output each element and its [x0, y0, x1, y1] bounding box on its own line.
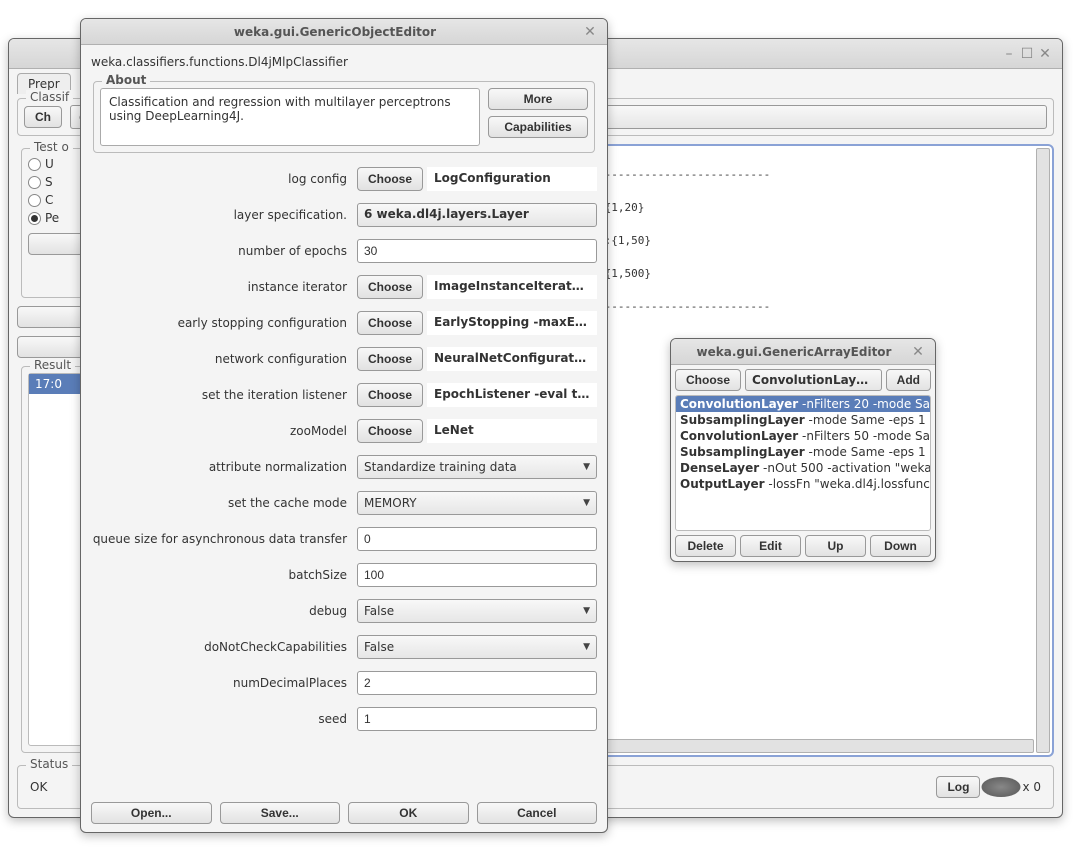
prop-label-iterator: instance iterator	[91, 280, 351, 294]
classifier-class-line[interactable]: weka.classifiers.functions.Dl4jMlpClassi…	[89, 51, 599, 73]
obj-editor-titlebar: weka.gui.GenericObjectEditor ✕	[81, 19, 607, 45]
generic-object-editor-dialog: weka.gui.GenericObjectEditor ✕ weka.clas…	[80, 18, 608, 833]
arr-choose-button[interactable]: Choose	[675, 369, 741, 391]
attrnorm-select[interactable]: Standardize training data▼	[357, 455, 597, 479]
prop-label-zoo: zooModel	[91, 424, 351, 438]
arr-list-item[interactable]: ConvolutionLayer -nFilters 50 -mode Sa	[676, 428, 930, 444]
earlystop-value[interactable]: EarlyStopping -maxEpochs	[427, 311, 597, 335]
properties-grid: log configChooseLogConfiguration layer s…	[89, 161, 599, 792]
ok-button[interactable]: OK	[348, 802, 469, 824]
chevron-down-icon: ▼	[583, 498, 590, 508]
prop-label-earlystop: early stopping configuration	[91, 316, 351, 330]
log-button[interactable]: Log	[936, 776, 980, 798]
choose-netconf-button[interactable]: Choose	[357, 347, 423, 371]
nocheck-select[interactable]: False▼	[357, 635, 597, 659]
capabilities-button[interactable]: Capabilities	[488, 116, 588, 138]
close-icon[interactable]: ✕	[909, 343, 927, 361]
epochs-input[interactable]	[357, 239, 597, 263]
arr-editor-titlebar: weka.gui.GenericArrayEditor ✕	[671, 339, 935, 365]
prop-label-seed: seed	[91, 712, 351, 726]
prop-label-attrnorm: attribute normalization	[91, 460, 351, 474]
prop-label-netconf: network configuration	[91, 352, 351, 366]
ndp-input[interactable]	[357, 671, 597, 695]
classifier-legend: Classif	[26, 90, 73, 104]
more-button[interactable]: More	[488, 88, 588, 110]
maximize-icon[interactable]: ☐	[1018, 45, 1036, 63]
arr-list-item[interactable]: SubsamplingLayer -mode Same -eps 1	[676, 444, 930, 460]
choose-zoo-button[interactable]: Choose	[357, 419, 423, 443]
prop-label-batch: batchSize	[91, 568, 351, 582]
netconf-value[interactable]: NeuralNetConfiguration -	[427, 347, 597, 371]
result-list-legend: Result	[30, 358, 75, 372]
chevron-down-icon: ▼	[583, 606, 590, 616]
chevron-down-icon: ▼	[583, 642, 590, 652]
arr-list-item[interactable]: ConvolutionLayer -nFilters 20 -mode Sa	[676, 396, 930, 412]
logconfig-value[interactable]: LogConfiguration	[427, 167, 597, 191]
choose-iterator-button[interactable]: Choose	[357, 275, 423, 299]
chevron-down-icon: ▼	[583, 462, 590, 472]
prop-label-layerspec: layer specification.	[91, 208, 351, 222]
batch-input[interactable]	[357, 563, 597, 587]
vertical-scrollbar[interactable]	[1036, 148, 1050, 753]
arr-list-item[interactable]: DenseLayer -nOut 500 -activation "weka	[676, 460, 930, 476]
test-options-legend: Test o	[30, 140, 73, 154]
prop-label-cache: set the cache mode	[91, 496, 351, 510]
prop-label-epochs: number of epochs	[91, 244, 351, 258]
close-icon[interactable]: ✕	[1036, 45, 1054, 63]
choose-classifier-button[interactable]: Ch	[24, 106, 62, 128]
arr-add-button[interactable]: Add	[886, 369, 931, 391]
prop-label-listener: set the iteration listener	[91, 388, 351, 402]
iterator-value[interactable]: ImageInstanceIterator -he	[427, 275, 597, 299]
open-button[interactable]: Open...	[91, 802, 212, 824]
queue-input[interactable]	[357, 527, 597, 551]
arr-editor-title: weka.gui.GenericArrayEditor	[679, 345, 909, 359]
prop-label-nocheck: doNotCheckCapabilities	[91, 640, 351, 654]
seed-input[interactable]	[357, 707, 597, 731]
obj-editor-title: weka.gui.GenericObjectEditor	[89, 25, 581, 39]
dialog-button-bar: Open... Save... OK Cancel	[89, 796, 599, 826]
choose-earlystop-button[interactable]: Choose	[357, 311, 423, 335]
arr-list-item[interactable]: OutputLayer -lossFn "weka.dl4j.lossfunc	[676, 476, 930, 492]
arr-delete-button[interactable]: Delete	[675, 535, 736, 557]
prop-label-queue: queue size for asynchronous data transfe…	[91, 532, 351, 546]
prop-label-logconfig: log config	[91, 172, 351, 186]
arr-up-button[interactable]: Up	[805, 535, 866, 557]
arr-layer-list[interactable]: ConvolutionLayer -nFilters 20 -mode SaSu…	[675, 395, 931, 531]
prop-label-debug: debug	[91, 604, 351, 618]
kiwi-icon	[982, 777, 1021, 797]
about-legend: About	[102, 73, 150, 87]
prop-label-ndp: numDecimalPlaces	[91, 676, 351, 690]
choose-listener-button[interactable]: Choose	[357, 383, 423, 407]
about-description: Classification and regression with multi…	[100, 88, 480, 146]
arr-list-item[interactable]: SubsamplingLayer -mode Same -eps 1	[676, 412, 930, 428]
arr-edit-button[interactable]: Edit	[740, 535, 801, 557]
close-icon[interactable]: ✕	[581, 23, 599, 41]
zoo-value[interactable]: LeNet	[427, 419, 597, 443]
choose-logconfig-button[interactable]: Choose	[357, 167, 423, 191]
layerspec-value[interactable]: 6 weka.dl4j.layers.Layer	[357, 203, 597, 227]
task-counter: x 0	[1022, 780, 1041, 794]
cancel-button[interactable]: Cancel	[477, 802, 598, 824]
arr-current-value[interactable]: ConvolutionLayer -n	[745, 369, 882, 391]
listener-value[interactable]: EpochListener -eval true -n	[427, 383, 597, 407]
about-fieldset: About Classification and regression with…	[93, 81, 595, 153]
status-legend: Status	[26, 757, 72, 771]
generic-array-editor-dialog: weka.gui.GenericArrayEditor ✕ Choose Con…	[670, 338, 936, 562]
status-text: OK	[30, 780, 47, 794]
cache-select[interactable]: MEMORY▼	[357, 491, 597, 515]
minimize-icon[interactable]: –	[1000, 45, 1018, 63]
debug-select[interactable]: False▼	[357, 599, 597, 623]
save-button[interactable]: Save...	[220, 802, 341, 824]
arr-down-button[interactable]: Down	[870, 535, 931, 557]
